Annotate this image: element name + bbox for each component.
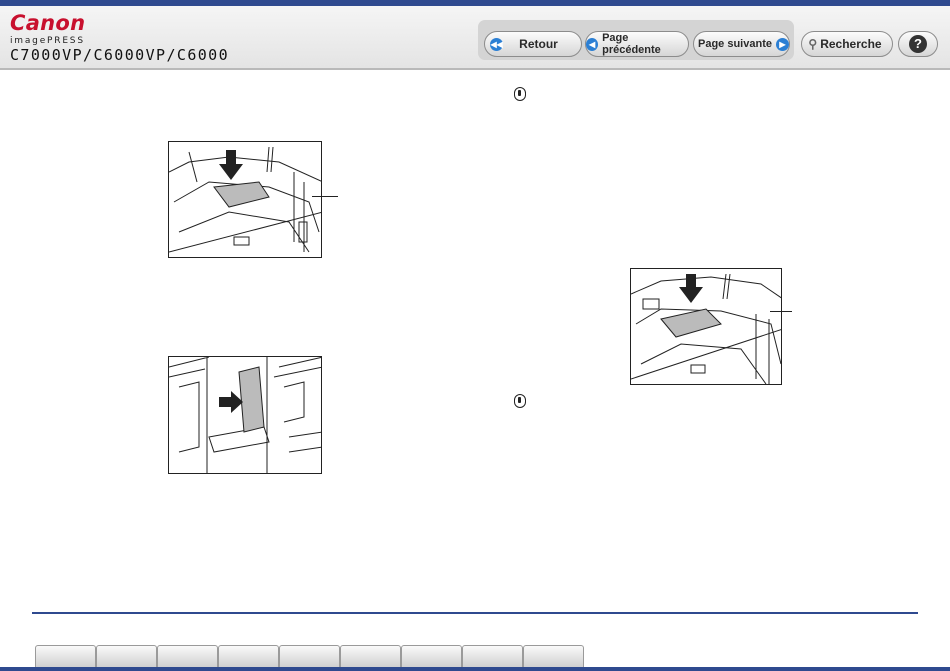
chapter-tab-4[interactable]	[218, 645, 279, 667]
previous-page-label: Page précédente	[602, 32, 661, 56]
previous-page-button[interactable]: ◀ Page précédente	[585, 31, 689, 57]
arrow-left-icon: ◀	[586, 37, 599, 51]
bottom-accent-bar	[0, 667, 950, 671]
chapter-tab-5[interactable]	[279, 645, 340, 667]
chapter-tab-9[interactable]	[523, 645, 584, 667]
next-page-button[interactable]: Page suivante ▶	[693, 31, 790, 57]
chapter-tab-2[interactable]	[96, 645, 157, 667]
back-button-label: Retour	[519, 37, 558, 51]
side-panel-drawing	[169, 357, 321, 473]
chapter-tab-8[interactable]	[462, 645, 523, 667]
callout-leader-line-2	[770, 311, 792, 312]
chapter-tab-3[interactable]	[157, 645, 218, 667]
magnifier-icon: ⚲	[808, 37, 818, 51]
search-button[interactable]: ⚲ Recherche	[801, 31, 893, 57]
chapter-tab-7[interactable]	[401, 645, 462, 667]
chapter-tabs	[35, 645, 584, 667]
rewind-icon: ◀◀	[490, 37, 504, 51]
chapter-tab-1[interactable]	[35, 645, 96, 667]
callout-leader-line-1	[312, 196, 338, 197]
note-icon	[514, 87, 526, 101]
model-name: C7000VP/C6000VP/C6000	[10, 46, 230, 64]
footer-divider	[32, 612, 918, 614]
tray-plate-drawing-2	[631, 273, 781, 384]
search-button-label: Recherche	[820, 37, 882, 51]
note-icon-2	[514, 394, 526, 408]
next-page-label: Page suivante	[698, 38, 772, 50]
question-icon: ?	[909, 35, 927, 53]
back-button[interactable]: ◀◀ Retour	[484, 31, 582, 57]
brand: Canon imagePRESS C7000VP/C6000VP/C6000	[10, 12, 229, 64]
canon-logo: Canon	[10, 11, 86, 35]
illustration-paper-tray-plate	[168, 141, 322, 258]
tray-plate-drawing	[169, 146, 321, 253]
arrow-right-icon: ▶	[775, 37, 789, 51]
illustration-side-panel	[168, 356, 322, 474]
illustration-paper-tray-plate-2	[630, 268, 782, 385]
help-button[interactable]: ?	[898, 31, 938, 57]
chapter-tab-6[interactable]	[340, 645, 401, 667]
